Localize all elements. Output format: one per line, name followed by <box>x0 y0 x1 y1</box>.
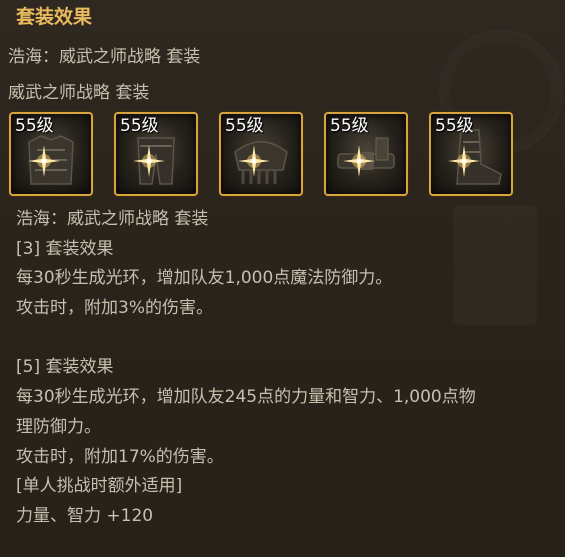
spacer <box>16 324 476 354</box>
sparkle-icon <box>343 145 375 177</box>
slot-level-label: 55级 <box>330 116 369 136</box>
sparkle-icon <box>448 145 480 177</box>
slot-level-label: 55级 <box>15 116 54 136</box>
solo-bonus-line: 力量、智力 +120 <box>16 505 154 526</box>
effect5-header: [5] 套装效果 <box>16 357 114 378</box>
sparkle-icon <box>133 145 165 177</box>
sparkle-icon <box>238 145 270 177</box>
slot-level-label: 55级 <box>120 116 159 136</box>
sparkle-icon <box>28 145 60 177</box>
set-item-slot-belt[interactable]: 55级 <box>324 112 408 196</box>
set-item-slot-boots[interactable]: 55级 <box>429 112 513 196</box>
slot-level-label: 55级 <box>225 116 264 136</box>
effect5-line: 每30秒生成光环，增加队友245点的力量和智力、1,000点物 <box>16 387 476 408</box>
effect3-line: 每30秒生成光环，增加队友1,000点魔法防御力。 <box>16 268 393 289</box>
set-name-full: 浩海：威武之师战略 套装 <box>8 47 201 67</box>
effect5-line: 理防御力。 <box>16 416 101 437</box>
set-effect-description: 浩海：威武之师战略 套装 [3] 套装效果 每30秒生成光环，增加队友1,000… <box>16 205 476 532</box>
effect3-line: 攻击时，附加3%的伤害。 <box>16 298 213 319</box>
effect3-header: [3] 套装效果 <box>16 238 114 259</box>
set-item-slot-shoulder[interactable]: 55级 <box>219 112 303 196</box>
solo-bonus-header: [单人挑战时额外适用] <box>16 476 183 497</box>
slot-level-label: 55级 <box>435 116 474 136</box>
set-item-slot-chest[interactable]: 55级 <box>9 112 93 196</box>
set-name-short: 威武之师战略 套装 <box>8 83 150 103</box>
tooltip-title: 套装效果 <box>16 6 93 28</box>
effect5-line: 攻击时，附加17%的伤害。 <box>16 446 224 467</box>
desc-set-name: 浩海：威武之师战略 套装 <box>16 209 209 229</box>
set-effect-tooltip: 套装效果 浩海：威武之师战略 套装 威武之师战略 套装 55级 55级 55级 … <box>0 0 565 557</box>
set-item-slot-pants[interactable]: 55级 <box>114 112 198 196</box>
